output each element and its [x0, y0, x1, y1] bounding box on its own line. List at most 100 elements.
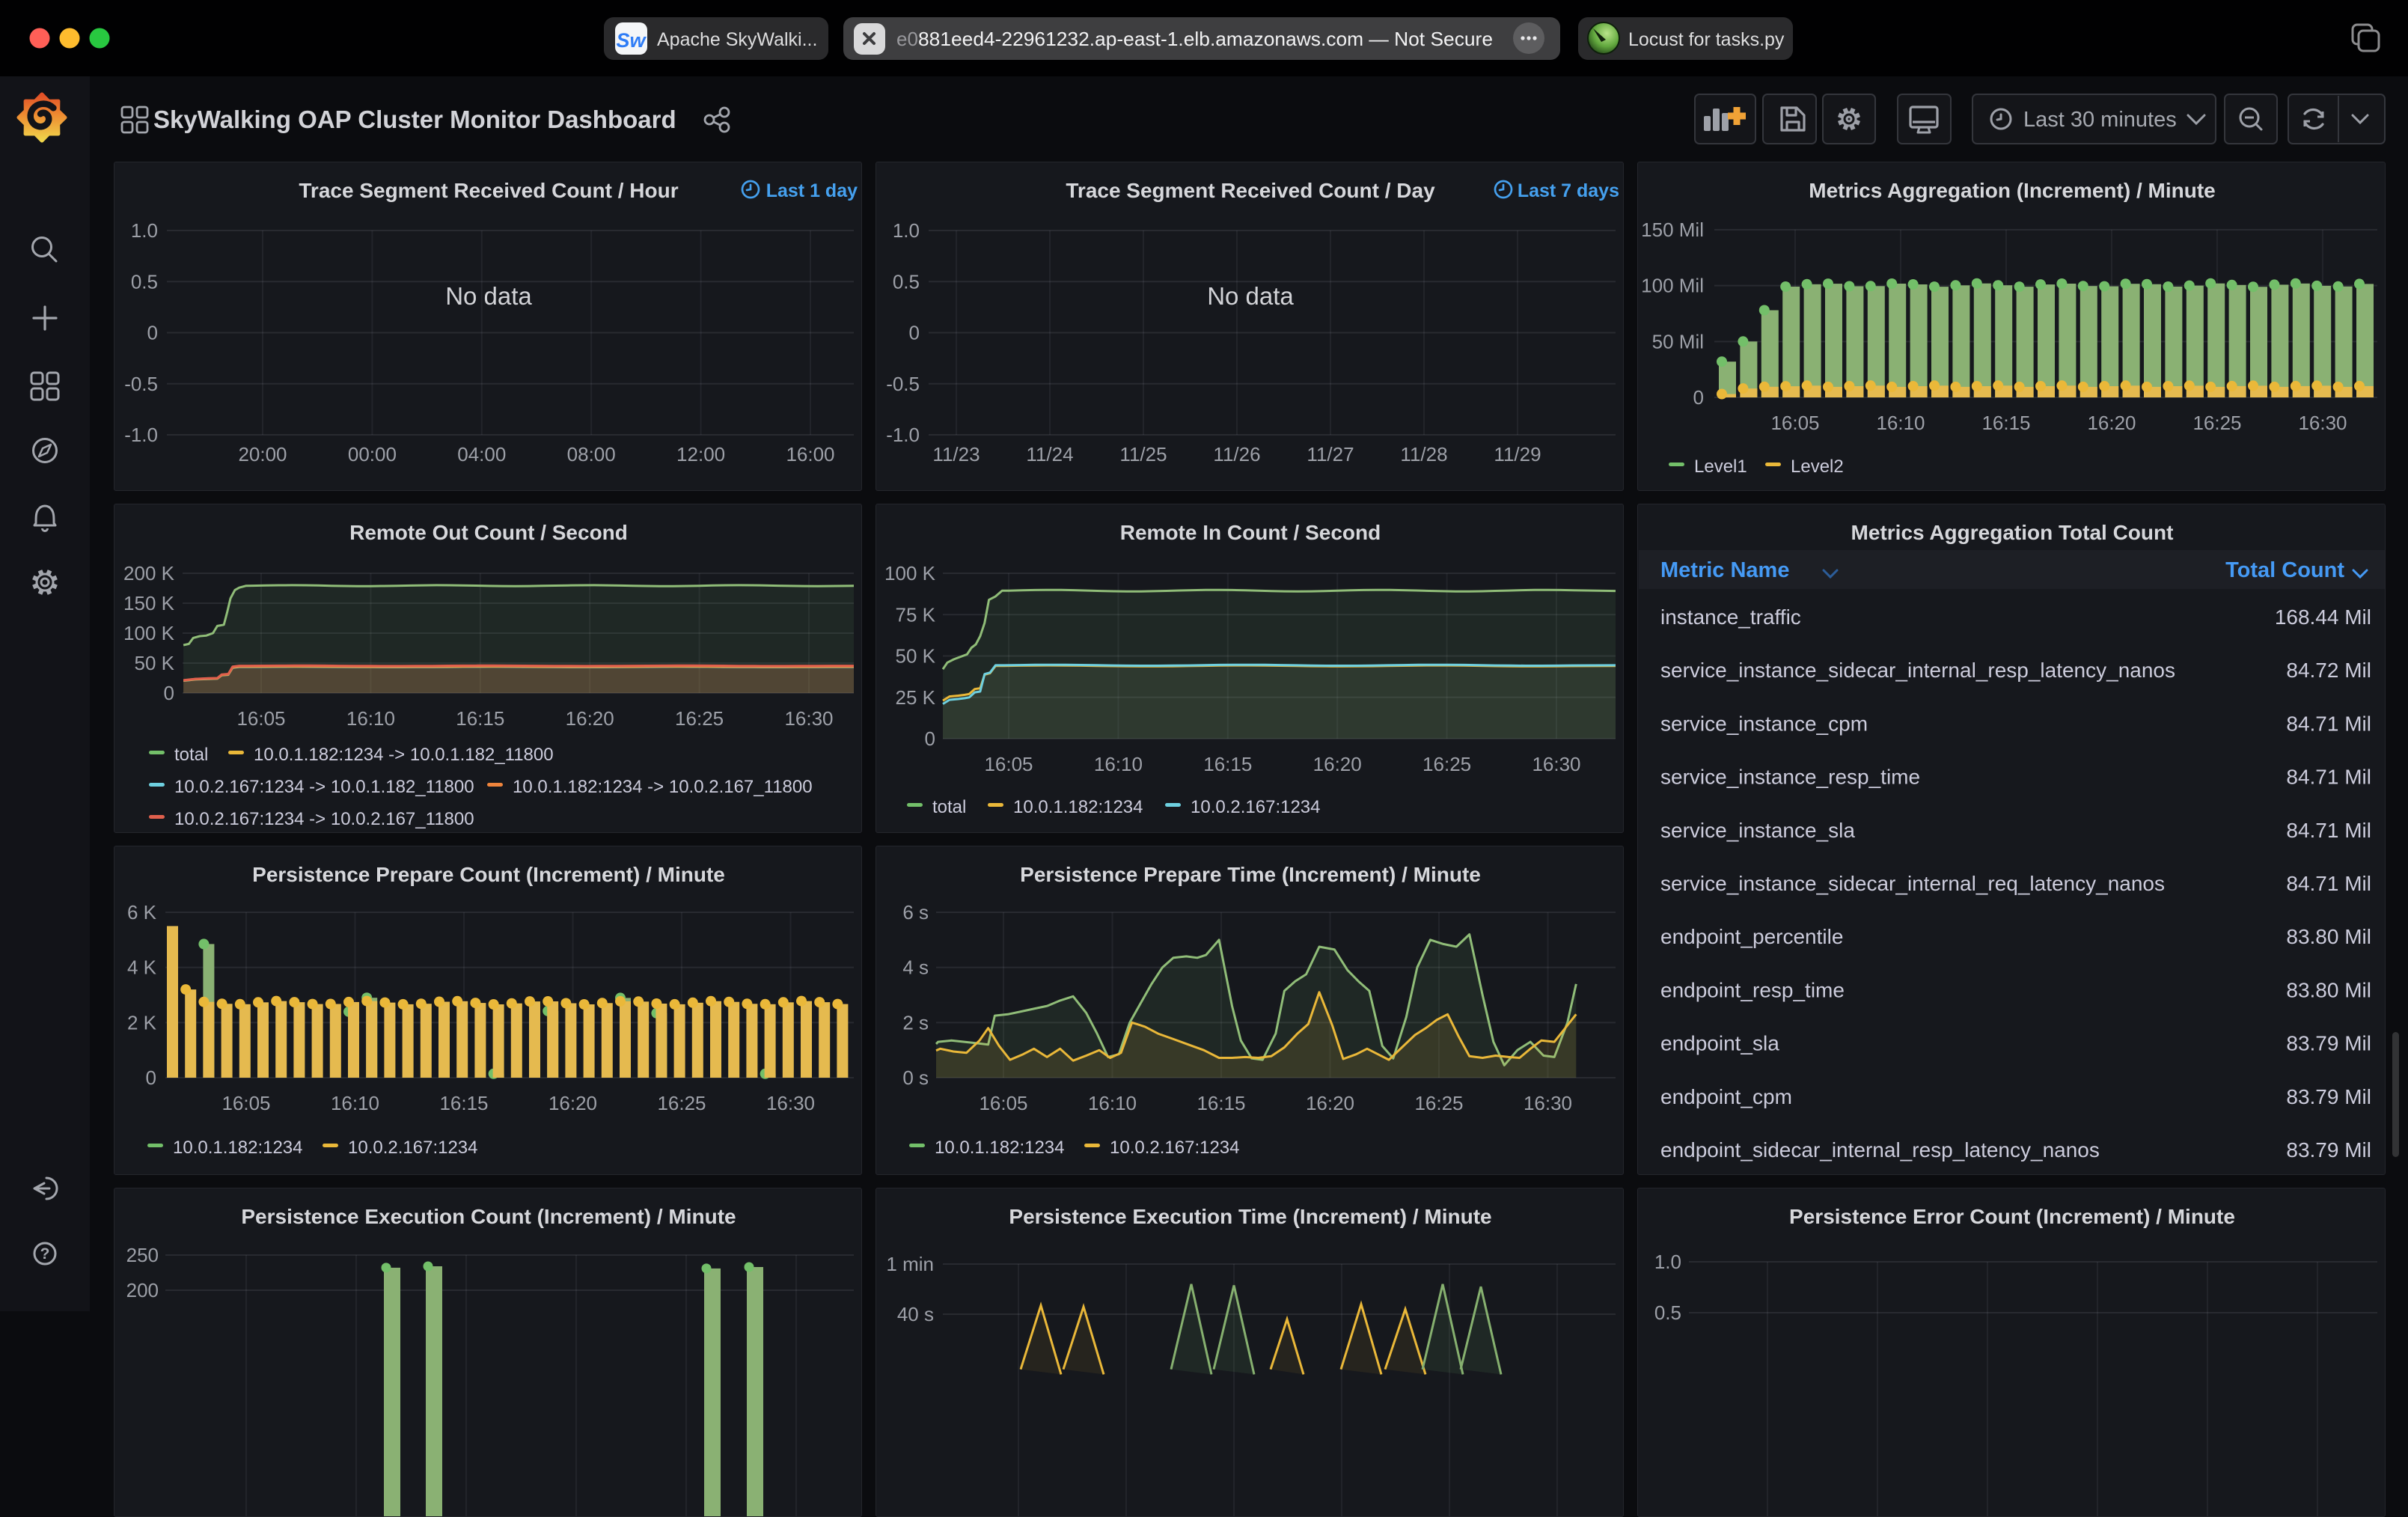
svg-text:16:10: 16:10 [346, 707, 395, 730]
svg-text:84.71 Mil: 84.71 Mil [2286, 819, 2371, 842]
svg-text:0: 0 [147, 322, 158, 344]
svg-text:1.0: 1.0 [893, 219, 920, 242]
svg-text:100 Mil: 100 Mil [1641, 275, 1704, 297]
svg-text:16:15: 16:15 [1197, 1092, 1245, 1114]
svg-text:16:30: 16:30 [1524, 1092, 1572, 1114]
svg-text:168.44 Mil: 168.44 Mil [2275, 605, 2371, 629]
svg-text:service_instance_resp_time: service_instance_resp_time [1660, 766, 1920, 789]
svg-text:16:20: 16:20 [2087, 412, 2136, 434]
svg-text:?: ? [40, 1245, 50, 1263]
svg-text:endpoint_sidecar_internal_resp: endpoint_sidecar_internal_resp_latency_n… [1660, 1138, 2100, 1162]
svg-text:6 s: 6 s [902, 901, 929, 924]
svg-text:16:30: 16:30 [784, 707, 833, 730]
svg-text:Last 1 day: Last 1 day [766, 180, 858, 201]
svg-text:endpoint_cpm: endpoint_cpm [1660, 1085, 1792, 1108]
svg-text:200 K: 200 K [123, 562, 175, 584]
svg-text:11/28: 11/28 [1400, 443, 1447, 466]
svg-text:total: total [174, 745, 208, 765]
svg-text:service_instance_sidecar_inter: service_instance_sidecar_internal_req_la… [1660, 872, 2165, 895]
svg-text:Persistence Error Count (Incre: Persistence Error Count (Increment) / Mi… [1789, 1205, 2235, 1228]
svg-text:150 Mil: 150 Mil [1641, 219, 1704, 241]
svg-text:Metrics Aggregation (Increment: Metrics Aggregation (Increment) / Minute [1809, 179, 2215, 202]
svg-text:Total Count: Total Count [2225, 558, 2344, 582]
svg-text:16:25: 16:25 [1414, 1092, 1463, 1114]
svg-text:16:05: 16:05 [1770, 412, 1819, 434]
svg-text:0: 0 [925, 727, 935, 750]
svg-text:16:20: 16:20 [566, 707, 614, 730]
svg-text:16:20: 16:20 [1313, 753, 1362, 775]
svg-text:83.79 Mil: 83.79 Mil [2286, 1085, 2371, 1108]
svg-text:2 s: 2 s [902, 1011, 929, 1034]
svg-text:0: 0 [164, 682, 174, 704]
svg-text:16:30: 16:30 [2298, 412, 2347, 434]
svg-text:0: 0 [1693, 386, 1704, 409]
svg-text:16:20: 16:20 [1306, 1092, 1354, 1114]
svg-text:10.0.1.182:1234: 10.0.1.182:1234 [935, 1138, 1065, 1158]
svg-text:11/25: 11/25 [1119, 443, 1167, 466]
svg-text:10.0.1.182:1234: 10.0.1.182:1234 [173, 1138, 303, 1158]
svg-text:endpoint_percentile: endpoint_percentile [1660, 925, 1843, 948]
svg-text:Last 30 minutes: Last 30 minutes [2023, 108, 2177, 132]
svg-text:10.0.2.167:1234: 10.0.2.167:1234 [1110, 1138, 1240, 1158]
svg-text:16:25: 16:25 [675, 707, 724, 730]
svg-text:Apache SkyWalki...: Apache SkyWalki... [657, 29, 817, 50]
svg-text:2 K: 2 K [127, 1011, 157, 1034]
svg-text:83.79 Mil: 83.79 Mil [2286, 1032, 2371, 1055]
svg-text:84.71 Mil: 84.71 Mil [2286, 712, 2371, 735]
svg-text:1.0: 1.0 [1654, 1251, 1681, 1273]
svg-text:16:25: 16:25 [657, 1092, 706, 1114]
svg-text:100 K: 100 K [123, 622, 175, 644]
svg-text:16:05: 16:05 [979, 1092, 1027, 1114]
svg-text:20:00: 20:00 [238, 443, 287, 466]
svg-text:e0: e0 [896, 28, 918, 50]
svg-text:16:15: 16:15 [1203, 753, 1252, 775]
svg-text:Persistence Prepare Time (Incr: Persistence Prepare Time (Increment) / M… [1020, 863, 1481, 886]
svg-text:84.72 Mil: 84.72 Mil [2286, 659, 2371, 682]
svg-text:83.79 Mil: 83.79 Mil [2286, 1138, 2371, 1162]
svg-text:50 Mil: 50 Mil [1652, 330, 1704, 352]
svg-text:Sw: Sw [616, 29, 647, 52]
svg-text:1 min: 1 min [886, 1253, 934, 1275]
svg-text:service_instance_sidecar_inter: service_instance_sidecar_internal_resp_l… [1660, 659, 2175, 682]
svg-text:16:15: 16:15 [456, 707, 504, 730]
svg-text:10.0.2.167:1234: 10.0.2.167:1234 [348, 1138, 478, 1158]
svg-text:08:00: 08:00 [567, 443, 616, 466]
svg-text:SkyWalking OAP Cluster Monitor: SkyWalking OAP Cluster Monitor Dashboard [153, 106, 676, 133]
svg-text:instance_traffic: instance_traffic [1660, 605, 1801, 629]
svg-text:Remote In Count / Second: Remote In Count / Second [1120, 521, 1381, 544]
svg-text:16:10: 16:10 [1094, 753, 1143, 775]
svg-text:16:30: 16:30 [1532, 753, 1580, 775]
svg-text:endpoint_resp_time: endpoint_resp_time [1660, 978, 1845, 1001]
svg-text:50 K: 50 K [135, 652, 175, 674]
svg-text:Metric Name: Metric Name [1660, 558, 1789, 582]
svg-text:83.80 Mil: 83.80 Mil [2286, 978, 2371, 1001]
svg-text:total: total [932, 797, 966, 817]
svg-text:00:00: 00:00 [348, 443, 397, 466]
svg-text:16:20: 16:20 [548, 1092, 597, 1114]
svg-text:4 s: 4 s [902, 956, 929, 979]
svg-text:16:15: 16:15 [439, 1092, 488, 1114]
svg-text:50 K: 50 K [896, 645, 936, 668]
svg-text:0.5: 0.5 [893, 270, 920, 293]
svg-text:11/23: 11/23 [932, 443, 980, 466]
svg-text:0: 0 [146, 1066, 156, 1089]
svg-text:Persistence Execution Count (I: Persistence Execution Count (Increment) … [241, 1205, 736, 1228]
svg-text:service_instance_cpm: service_instance_cpm [1660, 712, 1868, 735]
svg-text:16:10: 16:10 [331, 1092, 379, 1114]
svg-text:16:10: 16:10 [1088, 1092, 1137, 1114]
svg-text:10.0.1.182:1234 -> 10.0.1.182_: 10.0.1.182:1234 -> 10.0.1.182_11800 [254, 745, 554, 765]
svg-text:83.80 Mil: 83.80 Mil [2286, 925, 2371, 948]
svg-text:-0.5: -0.5 [124, 373, 158, 395]
svg-text:150 K: 150 K [123, 592, 175, 614]
svg-text:100 K: 100 K [884, 562, 936, 584]
svg-text:-1.0: -1.0 [886, 424, 920, 446]
svg-text:-1.0: -1.0 [124, 424, 158, 446]
svg-text:10.0.2.167:1234 -> 10.0.2.167_: 10.0.2.167:1234 -> 10.0.2.167_11800 [174, 809, 474, 829]
svg-text:1.0: 1.0 [131, 219, 158, 242]
svg-text:16:30: 16:30 [766, 1092, 815, 1114]
svg-text:No data: No data [1207, 282, 1294, 310]
svg-text:0 s: 0 s [902, 1066, 929, 1089]
svg-text:16:00: 16:00 [786, 443, 834, 466]
svg-text:250: 250 [126, 1244, 159, 1266]
svg-text:Persistence Execution Time (In: Persistence Execution Time (Increment) /… [1009, 1205, 1491, 1228]
